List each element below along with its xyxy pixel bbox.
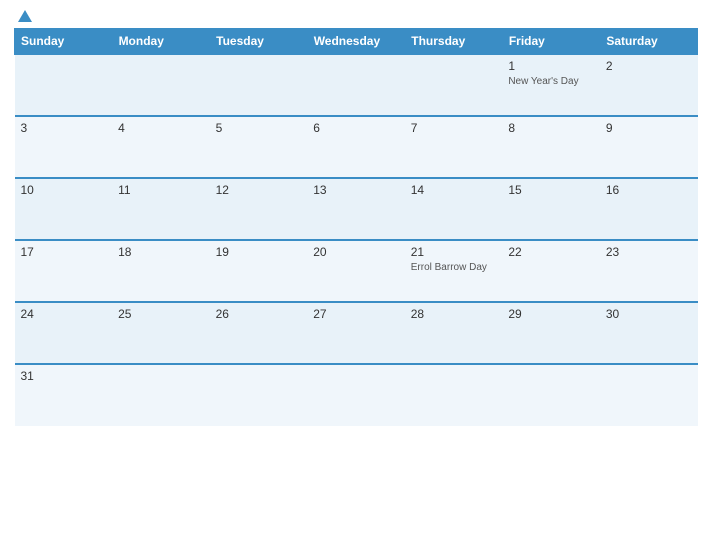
weekday-header-thursday: Thursday	[405, 29, 503, 55]
logo-triangle-icon	[18, 10, 32, 22]
day-number: 29	[508, 307, 594, 321]
calendar-cell: 29	[502, 302, 600, 364]
calendar-cell: 26	[210, 302, 308, 364]
calendar-cell: 16	[600, 178, 698, 240]
day-number: 9	[606, 121, 692, 135]
calendar-cell	[210, 54, 308, 116]
calendar-cell: 5	[210, 116, 308, 178]
weekday-header-saturday: Saturday	[600, 29, 698, 55]
calendar-cell: 19	[210, 240, 308, 302]
calendar-cell: 27	[307, 302, 405, 364]
day-number: 4	[118, 121, 204, 135]
calendar-cell	[405, 364, 503, 426]
day-number: 23	[606, 245, 692, 259]
day-number: 24	[21, 307, 107, 321]
calendar-cell: 8	[502, 116, 600, 178]
day-number: 14	[411, 183, 497, 197]
calendar-table: SundayMondayTuesdayWednesdayThursdayFrid…	[14, 28, 698, 426]
calendar-cell: 9	[600, 116, 698, 178]
weekday-header-row: SundayMondayTuesdayWednesdayThursdayFrid…	[15, 29, 698, 55]
calendar-cell	[112, 364, 210, 426]
calendar-cell: 22	[502, 240, 600, 302]
calendar-page: SundayMondayTuesdayWednesdayThursdayFrid…	[0, 0, 712, 550]
day-number: 17	[21, 245, 107, 259]
day-number: 3	[21, 121, 107, 135]
day-number: 13	[313, 183, 399, 197]
calendar-week-row: 17 18 19 20 21 Errol Barrow Day 22 23	[15, 240, 698, 302]
day-number: 6	[313, 121, 399, 135]
weekday-header-monday: Monday	[112, 29, 210, 55]
calendar-cell	[405, 54, 503, 116]
calendar-cell: 18	[112, 240, 210, 302]
calendar-cell: 31	[15, 364, 113, 426]
calendar-cell: 21 Errol Barrow Day	[405, 240, 503, 302]
holiday-label: New Year's Day	[508, 75, 594, 88]
calendar-cell: 20	[307, 240, 405, 302]
logo	[14, 10, 32, 22]
calendar-week-row: 1 New Year's Day 2	[15, 54, 698, 116]
calendar-cell	[502, 364, 600, 426]
calendar-cell: 3	[15, 116, 113, 178]
calendar-cell: 6	[307, 116, 405, 178]
day-number: 30	[606, 307, 692, 321]
day-number: 28	[411, 307, 497, 321]
day-number: 16	[606, 183, 692, 197]
calendar-cell: 4	[112, 116, 210, 178]
calendar-cell: 12	[210, 178, 308, 240]
calendar-cell: 25	[112, 302, 210, 364]
weekday-header-sunday: Sunday	[15, 29, 113, 55]
calendar-cell	[15, 54, 113, 116]
calendar-body: 1New Year's Day2345678910111213141516171…	[15, 54, 698, 426]
calendar-cell: 17	[15, 240, 113, 302]
header	[14, 10, 698, 22]
day-number: 7	[411, 121, 497, 135]
day-number: 25	[118, 307, 204, 321]
calendar-cell: 24	[15, 302, 113, 364]
calendar-cell: 28	[405, 302, 503, 364]
day-number: 22	[508, 245, 594, 259]
day-number: 18	[118, 245, 204, 259]
calendar-cell: 11	[112, 178, 210, 240]
day-number: 31	[21, 369, 107, 383]
calendar-cell: 30	[600, 302, 698, 364]
calendar-week-row: 3456789	[15, 116, 698, 178]
day-number: 11	[118, 183, 204, 197]
day-number: 15	[508, 183, 594, 197]
calendar-cell	[307, 364, 405, 426]
day-number: 26	[216, 307, 302, 321]
calendar-cell	[307, 54, 405, 116]
calendar-week-row: 10 11 12 13 14 15 16	[15, 178, 698, 240]
day-number: 27	[313, 307, 399, 321]
calendar-cell	[600, 364, 698, 426]
calendar-cell: 15	[502, 178, 600, 240]
day-number: 21	[411, 245, 497, 259]
calendar-week-row: 31	[15, 364, 698, 426]
calendar-cell	[112, 54, 210, 116]
weekday-header-friday: Friday	[502, 29, 600, 55]
day-number: 10	[21, 183, 107, 197]
calendar-header: SundayMondayTuesdayWednesdayThursdayFrid…	[15, 29, 698, 55]
calendar-cell: 7	[405, 116, 503, 178]
day-number: 20	[313, 245, 399, 259]
calendar-cell	[210, 364, 308, 426]
calendar-cell: 1 New Year's Day	[502, 54, 600, 116]
holiday-label: Errol Barrow Day	[411, 261, 497, 274]
day-number: 1	[508, 59, 594, 73]
day-number: 12	[216, 183, 302, 197]
calendar-cell: 2	[600, 54, 698, 116]
day-number: 19	[216, 245, 302, 259]
calendar-cell: 14	[405, 178, 503, 240]
calendar-cell: 10	[15, 178, 113, 240]
day-number: 8	[508, 121, 594, 135]
weekday-header-tuesday: Tuesday	[210, 29, 308, 55]
calendar-cell: 23	[600, 240, 698, 302]
calendar-cell: 13	[307, 178, 405, 240]
weekday-header-wednesday: Wednesday	[307, 29, 405, 55]
calendar-week-row: 24 25 26 27 28 29 30	[15, 302, 698, 364]
day-number: 2	[606, 59, 692, 73]
day-number: 5	[216, 121, 302, 135]
